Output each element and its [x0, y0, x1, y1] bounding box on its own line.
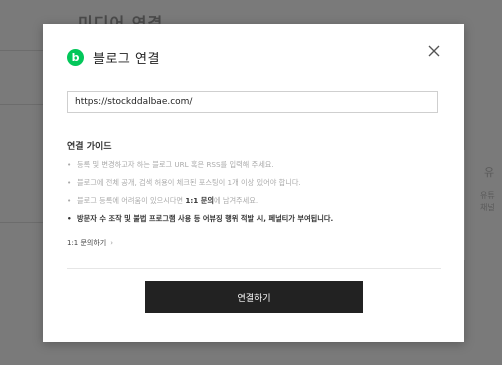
chevron-right-icon: ›: [110, 239, 114, 247]
guide-item-warning: 방문자 수 조작 및 불법 프로그램 사용 등 어뷰징 행위 적발 시, 페널티…: [67, 212, 447, 230]
modal-title: 블로그 연결: [93, 52, 160, 67]
blog-logo-icon: b: [67, 49, 84, 66]
inquiry-link[interactable]: 1:1 문의하기 ›: [67, 238, 113, 248]
modal-header: b 블로그 연결: [67, 48, 160, 67]
close-icon[interactable]: [428, 45, 440, 57]
guide-item: 블로그 등록에 어려움이 있으시다면 1:1 문의에 남겨주세요.: [67, 194, 447, 212]
background-card-heading: 유: [484, 166, 495, 179]
blog-url-input[interactable]: [67, 91, 438, 113]
guide-list: 등록 및 변경하고자 하는 블로그 URL 혹은 RSS를 입력해 주세요. 블…: [67, 158, 447, 230]
blog-connect-modal: b 블로그 연결 연결 가이드 등록 및 변경하고자 하는 블로그 URL 혹은…: [43, 24, 464, 342]
guide-item-text: 블로그 등록에 어려움이 있으시다면: [77, 196, 186, 205]
guide-item-emphasis: 1:1 문의: [185, 196, 214, 205]
guide-item-text: 에 남겨주세요.: [213, 196, 259, 205]
background-divider: [0, 50, 44, 51]
inquiry-link-label[interactable]: 1:1 문의하기: [67, 239, 106, 247]
background-divider: [0, 104, 44, 105]
guide-item: 블로그에 전체 공개, 검색 허용이 체크된 포스팅이 1개 이상 있어야 합니…: [67, 176, 447, 194]
guide-item: 등록 및 변경하고자 하는 블로그 URL 혹은 RSS를 입력해 주세요.: [67, 158, 447, 176]
guide-title: 연결 가이드: [67, 142, 112, 152]
background-card-text: 유튜 채널: [480, 191, 495, 212]
connect-button[interactable]: 연결하기: [145, 281, 363, 313]
background-divider: [0, 222, 44, 223]
modal-divider: [67, 268, 441, 269]
